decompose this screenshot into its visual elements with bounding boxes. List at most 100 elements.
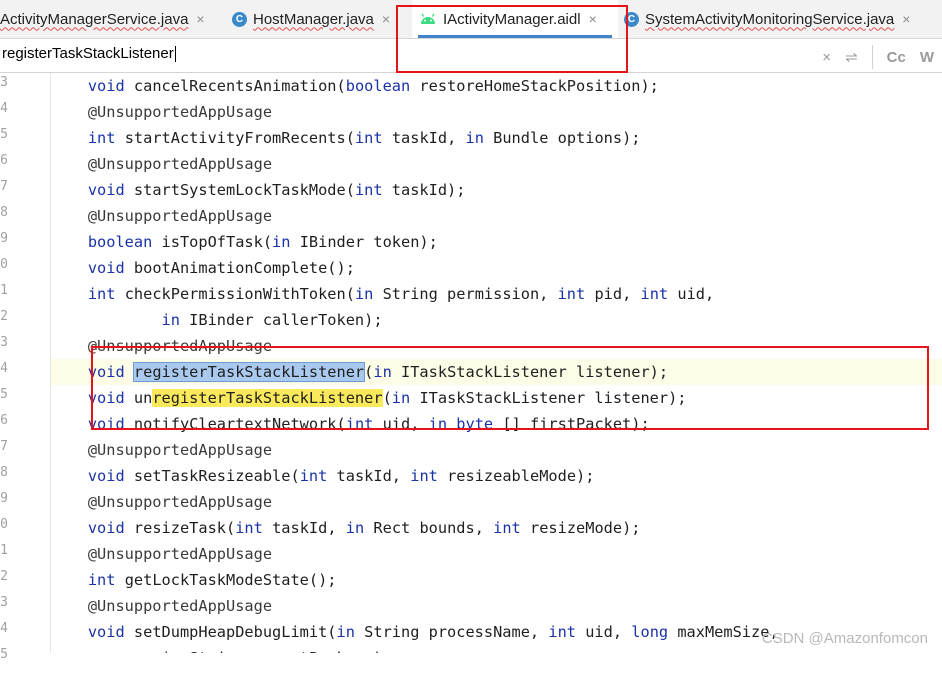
tab-activitymanagerservice[interactable]: ActivityManagerService.java × [0, 0, 224, 38]
keyword-token: in [373, 363, 392, 381]
code-line[interactable]: in IBinder callerToken); [51, 307, 942, 333]
keyword-token: byte [456, 415, 494, 433]
code-line[interactable]: void setTaskResizeable(int taskId, int r… [51, 463, 942, 489]
line-number: 4 [0, 621, 8, 636]
line-number-gutter: 3 4 5 6 7 8 9 0 1 2 3 4 5 6 7 8 9 0 1 2 3 4 5 [0, 73, 51, 662]
tab-systemactivitymonitoringservice[interactable]: C SystemActivityMonitoringService.java × [624, 0, 934, 38]
watermark: CSDN @Amazonfomcon [761, 630, 928, 647]
code-token: uid, [382, 415, 429, 433]
keyword-token: in [162, 649, 180, 653]
code-token: uid, [677, 285, 715, 303]
tab-iactivitymanager[interactable]: IActivityManager.aidl × [412, 0, 618, 38]
keyword-token: long [631, 623, 669, 641]
code-line[interactable]: void startSystemLockTaskMode(int taskId)… [51, 177, 942, 203]
keyword-token: boolean [87, 233, 153, 251]
code-token: getLockTaskModeState(); [124, 571, 337, 589]
code-line[interactable]: @UnsupportedAppUsage [51, 333, 942, 359]
keyword-token: int [87, 571, 116, 589]
code-line[interactable]: @UnsupportedAppUsage [51, 541, 942, 567]
code-line[interactable]: @UnsupportedAppUsage [51, 151, 942, 177]
code-token: ITaskStackListener listener); [419, 389, 687, 407]
code-token: ( [382, 389, 392, 407]
code-line[interactable]: @UnsupportedAppUsage [51, 489, 942, 515]
code-line[interactable]: @UnsupportedAppUsage [51, 437, 942, 463]
annotation-token: @UnsupportedAppUsage [87, 207, 273, 225]
line-number: 7 [0, 439, 8, 454]
code-token: uid, [585, 623, 632, 641]
match-case-button[interactable]: Cc [887, 49, 906, 66]
code-line[interactable]: void unregisterTaskStackListener(in ITas… [51, 385, 942, 411]
line-number: 6 [0, 413, 8, 428]
close-icon[interactable]: × [902, 11, 910, 27]
whole-words-button[interactable]: W [920, 49, 934, 66]
close-icon[interactable]: × [196, 11, 204, 27]
code-token: setTaskResizeable( [133, 467, 300, 485]
keyword-token: int [493, 519, 521, 537]
code-token: ( [364, 363, 374, 381]
code-token: [] firstPacket); [502, 415, 650, 433]
close-icon[interactable]: × [382, 11, 390, 27]
clear-search-icon[interactable]: × [822, 49, 831, 66]
tab-hostmanager[interactable]: C HostManager.java × [232, 0, 408, 38]
search-match: registerTaskStackListener [132, 362, 366, 382]
code-token: Bundle options); [493, 129, 641, 147]
replace-toggle-icon[interactable]: ⇌ [845, 48, 858, 66]
code-token: String permission, [382, 285, 558, 303]
keyword-token: int [235, 519, 263, 537]
code-line[interactable]: void bootAnimationComplete(); [51, 255, 942, 281]
code-line[interactable]: boolean isTopOfTask(in IBinder token); [51, 229, 942, 255]
annotation-token: @UnsupportedAppUsage [87, 597, 273, 615]
text-caret [174, 46, 176, 63]
line-number: 1 [0, 543, 8, 558]
line-number: 2 [0, 309, 8, 324]
code-line[interactable]: int getLockTaskModeState(); [51, 567, 942, 593]
code-line[interactable]: void registerTaskStackListener(in ITaskS… [51, 359, 942, 385]
search-input[interactable]: registerTaskStackListener [2, 45, 176, 63]
annotation-token: @UnsupportedAppUsage [87, 337, 273, 355]
line-number: 2 [0, 569, 8, 584]
code-line[interactable]: void cancelRecentsAnimation(boolean rest… [51, 73, 942, 99]
keyword-token: void [87, 415, 125, 433]
editor-tab-bar: ActivityManagerService.java × C HostMana… [0, 0, 942, 39]
line-number: 3 [0, 75, 8, 90]
code-editor[interactable]: void cancelRecentsAnimation(boolean rest… [51, 73, 942, 653]
close-icon[interactable]: × [589, 11, 597, 27]
keyword-token: in [336, 623, 355, 641]
keyword-token: in [391, 389, 411, 407]
code-line[interactable]: @UnsupportedAppUsage [51, 99, 942, 125]
code-line[interactable]: void notifyCleartextNetwork(int uid, in … [51, 411, 942, 437]
code-line[interactable]: @UnsupportedAppUsage [51, 203, 942, 229]
code-line[interactable]: void resizeTask(int taskId, in Rect boun… [51, 515, 942, 541]
keyword-token: void [87, 363, 125, 381]
code-line[interactable]: @UnsupportedAppUsage [51, 593, 942, 619]
line-number: 6 [0, 153, 8, 168]
code-token: taskId, [336, 467, 411, 485]
code-line[interactable]: int startActivityFromRecents(int taskId,… [51, 125, 942, 151]
code-token: Rect bounds, [373, 519, 494, 537]
line-number: 3 [0, 595, 8, 610]
code-line[interactable]: int checkPermissionWithToken(in String p… [51, 281, 942, 307]
search-options: × ⇌ Cc W [822, 45, 934, 69]
annotation-token: @UnsupportedAppUsage [87, 155, 273, 173]
